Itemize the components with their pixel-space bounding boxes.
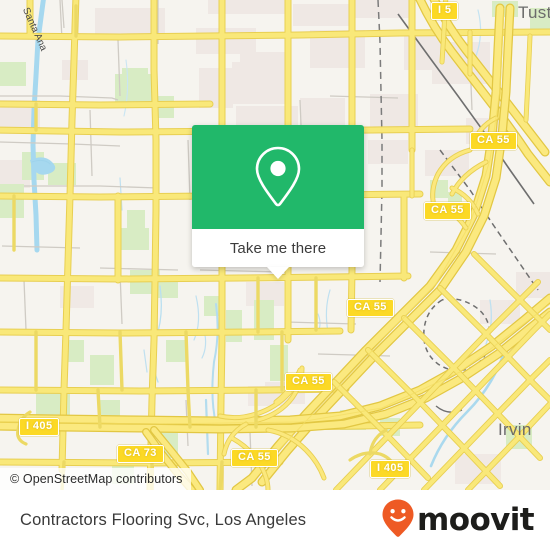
shield-ca55-mid[interactable]: CA 55 [347,299,394,317]
take-me-there-label: Take me there [229,239,327,257]
moovit-smiling-pin-icon [381,498,415,543]
map-page: Santa Ana Tust Irvin I 5 CA 55 CA 55 CA … [0,0,550,550]
shield-ca55-lower[interactable]: CA 55 [285,373,332,391]
footer-bar: Contractors Flooring Svc, Los Angeles mo… [0,490,550,550]
shield-ca55-east[interactable]: CA 55 [424,202,471,220]
take-me-there-button[interactable]: Take me there [192,229,364,279]
moovit-wordmark: moovit [417,501,535,538]
map-pin-icon [252,144,304,210]
shield-i405-south[interactable]: I 405 [370,460,411,478]
place-label-irvine: Irvin [498,420,532,439]
popup-icon-area [192,125,364,229]
location-popup-card[interactable]: Take me there [192,125,364,279]
osm-attribution[interactable]: © OpenStreetMap contributors [0,468,191,490]
moovit-logo[interactable]: moovit [381,498,535,543]
shield-ca73[interactable]: CA 73 [117,445,164,463]
shield-i5[interactable]: I 5 [431,2,459,20]
shield-ca55-north[interactable]: CA 55 [470,132,517,150]
place-title: Contractors Flooring Svc, Los Angeles [20,510,307,529]
shield-i405-west[interactable]: I 405 [19,418,60,436]
popup-pointer-tail [267,267,289,279]
place-label-tustin: Tust [518,3,550,22]
shield-ca55-bottom[interactable]: CA 55 [231,449,278,467]
